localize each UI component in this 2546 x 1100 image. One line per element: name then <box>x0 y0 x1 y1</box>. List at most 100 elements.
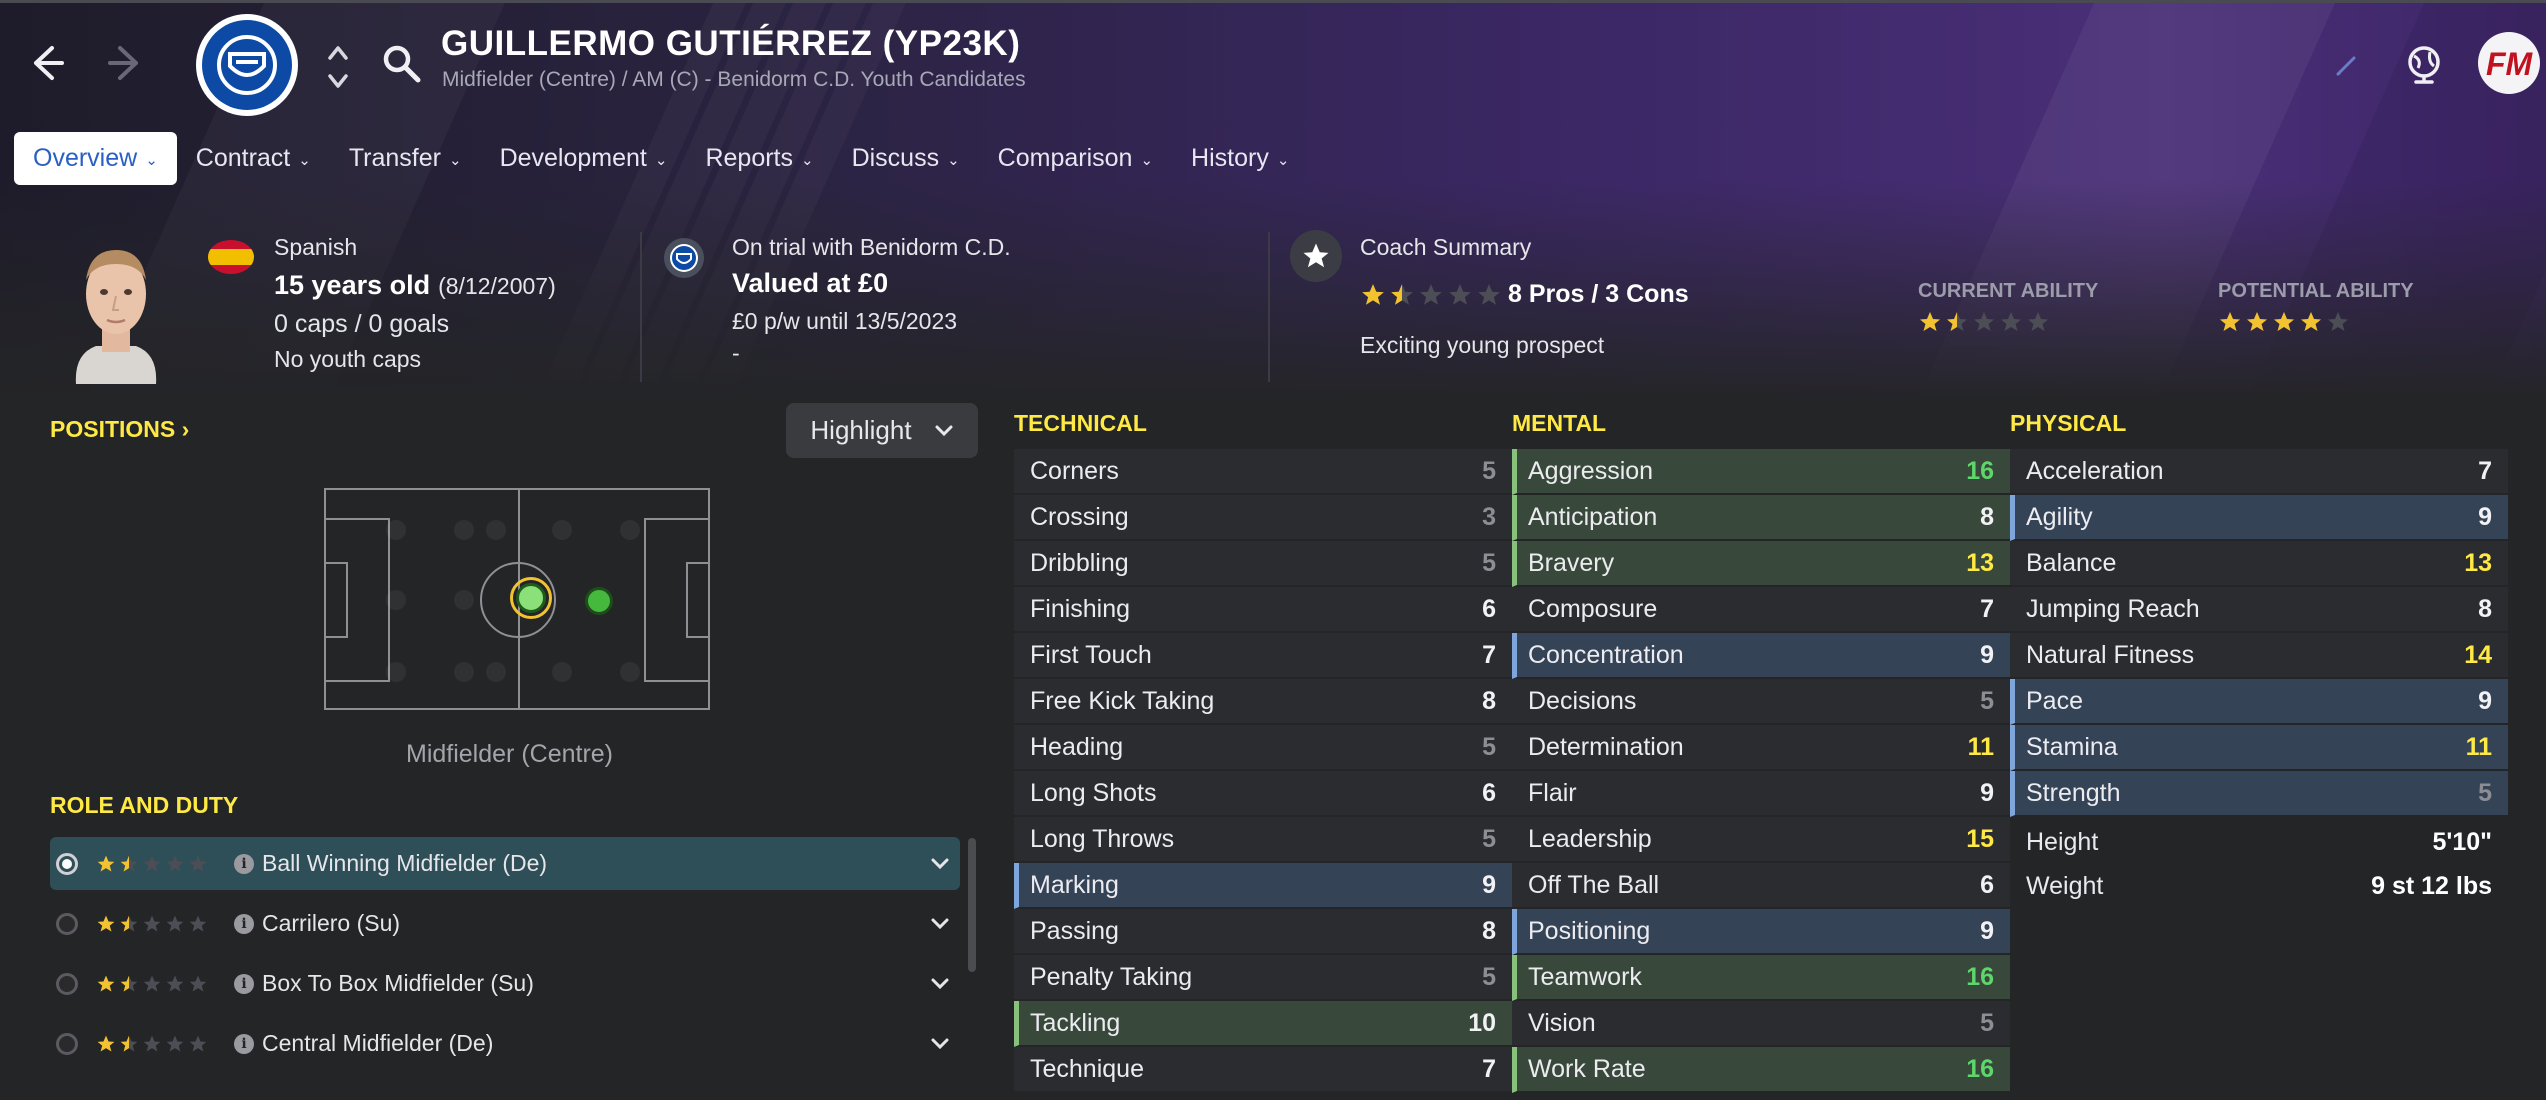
player-face-avatar[interactable] <box>66 236 166 384</box>
attribute-row[interactable]: Marking 9 <box>1014 863 1512 909</box>
attribute-row[interactable]: Strength 5 <box>2010 771 2508 817</box>
fm-logo-icon[interactable]: FM <box>2476 30 2542 96</box>
chevron-down-icon: ⌄ <box>947 151 960 169</box>
attribute-row[interactable]: Crossing 3 <box>1014 495 1512 541</box>
attribute-value: 7 <box>2478 456 2492 485</box>
info-icon[interactable]: i <box>234 973 254 994</box>
attribute-row[interactable]: Acceleration 7 <box>2010 449 2508 495</box>
attribute-row[interactable]: Jumping Reach 8 <box>2010 587 2508 633</box>
divider <box>1268 232 1270 382</box>
spain-flag-icon[interactable] <box>208 240 254 274</box>
club-badge[interactable] <box>196 14 298 116</box>
attribute-row[interactable]: Heading 5 <box>1014 725 1512 771</box>
back-arrow-icon[interactable] <box>22 40 68 86</box>
info-icon[interactable]: i <box>234 1033 254 1054</box>
chevron-down-icon[interactable] <box>930 857 950 871</box>
edit-pencil-icon[interactable] <box>2334 52 2360 78</box>
attribute-name: Agility <box>2026 502 2093 531</box>
search-icon[interactable] <box>380 42 424 86</box>
attribute-row[interactable]: Composure 7 <box>1512 587 2010 633</box>
info-icon[interactable]: i <box>234 853 254 874</box>
radio-button[interactable] <box>56 972 78 995</box>
role-list-scrollbar[interactable] <box>968 838 976 972</box>
attribute-row[interactable]: Concentration 9 <box>1512 633 2010 679</box>
chevron-down-icon[interactable] <box>930 1037 950 1051</box>
tab-transfer[interactable]: Transfer ⌄ <box>330 132 481 185</box>
attribute-name: Penalty Taking <box>1030 962 1193 991</box>
radio-button[interactable] <box>56 1032 78 1055</box>
role-item[interactable]: i Ball Winning Midfielder (De) <box>50 837 960 890</box>
star-icon <box>1303 243 1329 268</box>
role-star-rating <box>96 974 208 994</box>
chevron-down-icon[interactable] <box>930 917 950 931</box>
attribute-row[interactable]: Leadership 15 <box>1512 817 2010 863</box>
attribute-row[interactable]: Positioning 9 <box>1512 909 2010 955</box>
tab-development[interactable]: Development ⌄ <box>481 132 687 185</box>
role-item[interactable]: i Carrilero (Su) <box>50 897 960 950</box>
highlight-dropdown[interactable]: Highlight <box>786 403 978 458</box>
info-icon[interactable]: i <box>234 913 254 934</box>
trial-status: On trial with Benidorm C.D. <box>732 234 1011 260</box>
star-icon <box>120 975 138 991</box>
tab-overview[interactable]: Overview ⌄ <box>14 132 177 185</box>
pros-cons[interactable]: 8 Pros / 3 Cons <box>1508 280 1689 309</box>
club-crest-icon <box>217 35 277 95</box>
attribute-value: 8 <box>1482 686 1496 715</box>
attribute-name: Long Throws <box>1030 824 1175 853</box>
radio-button[interactable] <box>56 852 78 875</box>
attribute-row[interactable]: Agility 9 <box>2010 495 2508 541</box>
attribute-row[interactable]: Corners 5 <box>1014 449 1512 495</box>
attribute-row[interactable]: Balance 13 <box>2010 541 2508 587</box>
attribute-row[interactable]: Vision 5 <box>1512 1001 2010 1047</box>
tab-history[interactable]: History ⌄ <box>1172 132 1308 185</box>
role-item[interactable]: i Box To Box Midfielder (Su) <box>50 957 960 1010</box>
forward-arrow-icon[interactable] <box>104 40 150 86</box>
coach-summary-text: Exciting young prospect <box>1360 332 1605 358</box>
scout-globe-icon[interactable] <box>2402 42 2446 86</box>
secondary-position-dot[interactable] <box>585 587 613 615</box>
attribute-row[interactable]: Pace 9 <box>2010 679 2508 725</box>
attribute-row[interactable]: Natural Fitness 14 <box>2010 633 2508 679</box>
contract-extra: - <box>732 340 740 366</box>
role-item[interactable]: i Central Midfielder (De) <box>50 1017 960 1070</box>
attribute-row[interactable]: Penalty Taking 5 <box>1014 955 1512 1001</box>
tab-contract[interactable]: Contract ⌄ <box>177 132 330 185</box>
star-icon <box>120 855 138 871</box>
attribute-value: 5 <box>1482 824 1496 853</box>
radio-button[interactable] <box>56 912 78 935</box>
attribute-row[interactable]: Long Shots 6 <box>1014 771 1512 817</box>
attribute-row[interactable]: Work Rate 16 <box>1512 1047 2010 1093</box>
chevron-down-icon[interactable] <box>930 977 950 991</box>
attribute-row[interactable]: Stamina 11 <box>2010 725 2508 771</box>
attribute-row[interactable]: Tackling 10 <box>1014 1001 1512 1047</box>
attribute-row[interactable]: Determination 11 <box>1512 725 2010 771</box>
attribute-row[interactable]: Decisions 5 <box>1512 679 2010 725</box>
attribute-row[interactable]: First Touch 7 <box>1014 633 1512 679</box>
star-icon <box>1478 284 1500 305</box>
tab-reports[interactable]: Reports ⌄ <box>686 132 832 185</box>
positions-header[interactable]: POSITIONS › <box>50 416 189 443</box>
previous-next-player-icon[interactable] <box>326 40 350 94</box>
height-row: Height 5'10" <box>2010 820 2508 864</box>
attribute-row[interactable]: Anticipation 8 <box>1512 495 2010 541</box>
attribute-row[interactable]: Passing 8 <box>1014 909 1512 955</box>
attribute-value: 9 <box>1980 778 1994 807</box>
club-mini-badge[interactable] <box>664 238 704 278</box>
attribute-row[interactable]: Off The Ball 6 <box>1512 863 2010 909</box>
attribute-row[interactable]: Aggression 16 <box>1512 449 2010 495</box>
attribute-row[interactable]: Long Throws 5 <box>1014 817 1512 863</box>
attribute-row[interactable]: Dribbling 5 <box>1014 541 1512 587</box>
chevron-down-icon <box>935 425 953 436</box>
attribute-row[interactable]: Free Kick Taking 8 <box>1014 679 1512 725</box>
attribute-row[interactable]: Teamwork 16 <box>1512 955 2010 1001</box>
tab-comparison[interactable]: Comparison ⌄ <box>979 132 1172 185</box>
age-line: 15 years old (8/12/2007) <box>274 270 556 301</box>
attribute-row[interactable]: Flair 9 <box>1512 771 2010 817</box>
attribute-row[interactable]: Technique 7 <box>1014 1047 1512 1093</box>
attribute-row[interactable]: Bravery 13 <box>1512 541 2010 587</box>
tab-discuss[interactable]: Discuss ⌄ <box>833 132 979 185</box>
star-icon <box>166 855 184 871</box>
attribute-row[interactable]: Finishing 6 <box>1014 587 1512 633</box>
coach-star-badge[interactable] <box>1290 230 1342 282</box>
club-crest-small-icon <box>670 244 698 272</box>
